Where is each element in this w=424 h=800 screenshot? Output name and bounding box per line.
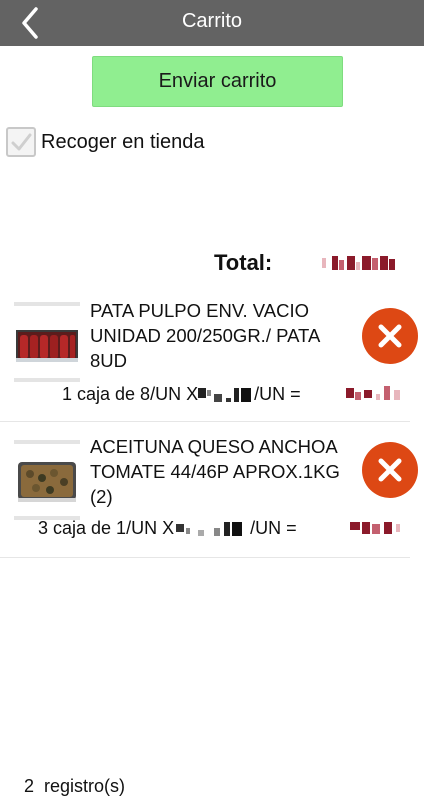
- quantity-prefix: 3 caja de 1/UN X: [38, 518, 175, 538]
- item-name[interactable]: PATA PULPO ENV. VACIO UNIDAD 200/250GR./…: [90, 298, 360, 373]
- total-label: Total:: [214, 250, 273, 275]
- quantity-prefix: 1 caja de 8/UN X: [62, 384, 199, 404]
- record-count: 2 registro(s): [24, 776, 125, 797]
- unit-price-redacted: [198, 387, 252, 402]
- item-divider: [0, 557, 410, 558]
- pickup-label: Recoger en tienda: [41, 130, 205, 153]
- line-total-redacted: [350, 522, 400, 534]
- item-quantity-line: 1 caja de 8/UN X /UN =: [62, 384, 301, 405]
- thumbnail-top-bar: [14, 302, 80, 306]
- header-bar: Carrito: [0, 0, 424, 46]
- pickup-checkbox[interactable]: [6, 127, 36, 157]
- product-thumbnail[interactable]: [14, 440, 80, 520]
- thumbnail-top-bar: [14, 440, 80, 444]
- record-count-number: 2: [24, 776, 35, 796]
- delete-item-button[interactable]: [362, 308, 418, 364]
- item-quantity-line: 3 caja de 1/UN X /UN =: [38, 518, 297, 539]
- thumbnail-bottom-bar: [14, 378, 80, 382]
- record-count-label: registro(s): [44, 776, 126, 796]
- pickup-option[interactable]: Recoger en tienda: [6, 126, 204, 158]
- quantity-suffix: /UN =: [250, 518, 297, 538]
- checkmark-icon: [11, 133, 32, 151]
- octopus-legs-product-icon: [16, 330, 78, 362]
- send-cart-button[interactable]: Enviar carrito: [92, 56, 343, 107]
- product-thumbnail[interactable]: [14, 302, 80, 382]
- cart-item: ACEITUNA QUESO ANCHOA TOMATE 44/46P APRO…: [0, 422, 418, 558]
- quantity-suffix: /UN =: [254, 384, 301, 404]
- page-title: Carrito: [181, 10, 242, 32]
- close-icon: [378, 324, 402, 348]
- total-value-redacted: [322, 256, 395, 270]
- delete-item-button[interactable]: [362, 442, 418, 498]
- unit-price-redacted: [176, 521, 243, 536]
- close-icon: [378, 458, 402, 482]
- line-total-redacted: [346, 386, 400, 400]
- olives-tray-product-icon: [18, 462, 76, 502]
- cart-item: PATA PULPO ENV. VACIO UNIDAD 200/250GR./…: [0, 292, 418, 420]
- item-name[interactable]: ACEITUNA QUESO ANCHOA TOMATE 44/46P APRO…: [90, 434, 360, 509]
